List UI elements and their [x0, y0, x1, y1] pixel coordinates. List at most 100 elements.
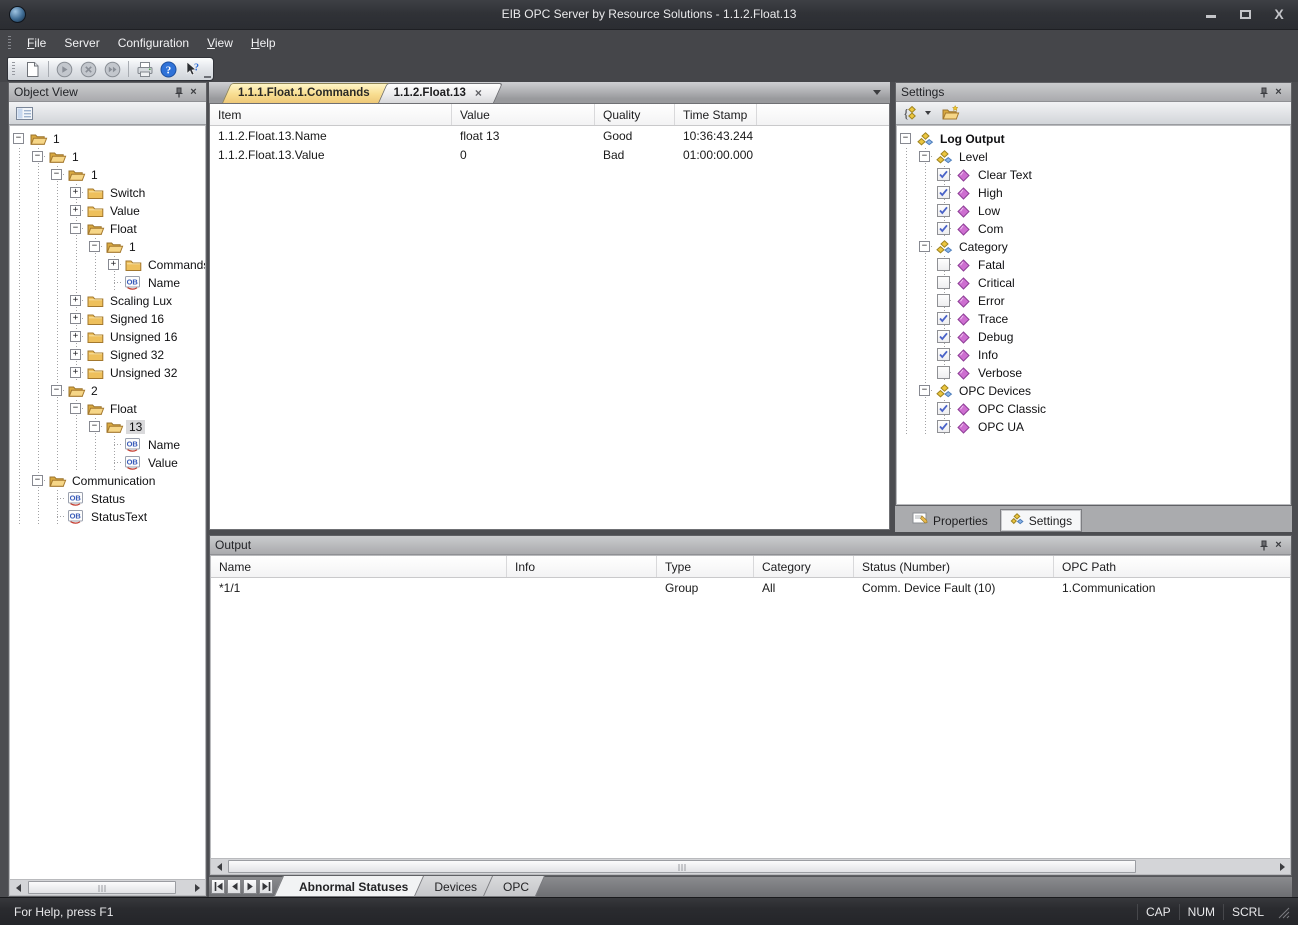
resize-grip[interactable]: [1278, 907, 1294, 923]
scroll-right-button[interactable]: [1274, 859, 1290, 875]
tree-expander[interactable]: +: [108, 259, 119, 270]
tree-item-2[interactable]: −2: [10, 382, 205, 400]
tree-expander[interactable]: −: [51, 169, 62, 180]
close-button[interactable]: X: [1272, 8, 1286, 20]
tree-item-status[interactable]: OBStatus: [10, 490, 205, 508]
document-tab-1-1-1-float-1-commands[interactable]: 1.1.1.Float.1.Commands: [222, 83, 382, 103]
tree-expander[interactable]: +: [70, 349, 81, 360]
checkbox[interactable]: [937, 312, 950, 325]
tree-item-log-output[interactable]: −Log Output: [897, 130, 1290, 148]
tab-abnormal-statuses[interactable]: Abnormal Statuses: [283, 876, 424, 897]
toolbar-overflow-icon[interactable]: [204, 71, 211, 78]
column-header-status-number[interactable]: Status (Number): [854, 556, 1054, 577]
close-panel-button[interactable]: ×: [1271, 538, 1286, 553]
checkbox[interactable]: [937, 348, 950, 361]
tree-item-1[interactable]: −1: [10, 238, 205, 256]
object-view-hscrollbar[interactable]: [10, 879, 205, 895]
checkbox[interactable]: [937, 258, 950, 271]
tree-item-verbose[interactable]: Verbose: [897, 364, 1290, 382]
tree-expander[interactable]: −: [70, 403, 81, 414]
tab-close-icon[interactable]: ×: [475, 86, 482, 100]
tree-item-signed-32[interactable]: +Signed 32: [10, 346, 205, 364]
minimize-button[interactable]: [1204, 8, 1218, 20]
table-row[interactable]: 1.1.2.Float.13.Value0Bad01:00:00.000: [210, 145, 889, 164]
close-panel-button[interactable]: ×: [186, 85, 201, 100]
tree-expander[interactable]: −: [900, 133, 911, 144]
tree-expander[interactable]: −: [32, 151, 43, 162]
checkbox[interactable]: [937, 330, 950, 343]
context-help-button[interactable]: ?: [182, 59, 203, 79]
column-header-quality[interactable]: Quality: [595, 104, 675, 125]
tree-item-1[interactable]: −1: [10, 148, 205, 166]
chevron-down-icon[interactable]: [925, 111, 931, 115]
tree-expander[interactable]: −: [89, 241, 100, 252]
stop-button[interactable]: [78, 59, 99, 79]
tab-scroll-last-button[interactable]: [259, 879, 273, 894]
tree-item-com[interactable]: Com: [897, 220, 1290, 238]
scroll-left-button[interactable]: [211, 859, 227, 875]
tab-list-dropdown-button[interactable]: [873, 90, 881, 95]
tree-item-statustext[interactable]: OBStatusText: [10, 508, 205, 526]
tree-item-switch[interactable]: +Switch: [10, 184, 205, 202]
tree-item-fatal[interactable]: Fatal: [897, 256, 1290, 274]
output-hscrollbar[interactable]: [211, 858, 1290, 874]
tree-item-error[interactable]: Error: [897, 292, 1290, 310]
tree-expander[interactable]: +: [70, 205, 81, 216]
column-header-opc-path[interactable]: OPC Path: [1054, 556, 1290, 577]
checkbox[interactable]: [937, 186, 950, 199]
tree-item-13[interactable]: −13: [10, 418, 205, 436]
tree-expander[interactable]: −: [89, 421, 100, 432]
log-config-button[interactable]: {: [901, 104, 920, 123]
tree-expander[interactable]: +: [70, 331, 81, 342]
menu-item-view[interactable]: View: [198, 32, 242, 54]
tree-item-value[interactable]: OBValue: [10, 454, 205, 472]
view-list-button[interactable]: [14, 104, 36, 123]
tree-item-opc-classic[interactable]: OPC Classic: [897, 400, 1290, 418]
table-row[interactable]: *1/1GroupAllComm. Device Fault (10)1.Com…: [211, 578, 1290, 597]
tree-expander[interactable]: +: [70, 187, 81, 198]
tree-item-unsigned-16[interactable]: +Unsigned 16: [10, 328, 205, 346]
skip-button[interactable]: [102, 59, 123, 79]
tree-item-high[interactable]: High: [897, 184, 1290, 202]
tree-expander[interactable]: −: [919, 151, 930, 162]
column-header-info[interactable]: Info: [507, 556, 657, 577]
tab-devices[interactable]: Devices: [418, 876, 493, 897]
help-button[interactable]: ?: [158, 59, 179, 79]
pin-button[interactable]: [1256, 85, 1271, 100]
checkbox[interactable]: [937, 402, 950, 415]
checkbox[interactable]: [937, 276, 950, 289]
tree-item-debug[interactable]: Debug: [897, 328, 1290, 346]
tree-item-category[interactable]: −Category: [897, 238, 1290, 256]
close-panel-button[interactable]: ×: [1271, 85, 1286, 100]
tree-item-level[interactable]: −Level: [897, 148, 1290, 166]
tab-scroll-prev-button[interactable]: [227, 879, 241, 894]
tree-item-opc-devices[interactable]: −OPC Devices: [897, 382, 1290, 400]
tree-item-signed-16[interactable]: +Signed 16: [10, 310, 205, 328]
tree-item-info[interactable]: Info: [897, 346, 1290, 364]
column-header-category[interactable]: Category: [754, 556, 854, 577]
tree-item-1[interactable]: −1: [10, 166, 205, 184]
tree-expander[interactable]: −: [919, 241, 930, 252]
checkbox[interactable]: [937, 168, 950, 181]
checkbox[interactable]: [937, 204, 950, 217]
tab-opc[interactable]: OPC: [487, 876, 545, 897]
tree-item-trace[interactable]: Trace: [897, 310, 1290, 328]
tab-settings[interactable]: Settings: [1000, 509, 1082, 532]
tree-item-opc-ua[interactable]: OPC UA: [897, 418, 1290, 436]
column-header-name[interactable]: Name: [211, 556, 507, 577]
menu-item-configuration[interactable]: Configuration: [109, 32, 198, 54]
tree-expander[interactable]: −: [32, 475, 43, 486]
table-row[interactable]: 1.1.2.Float.13.Namefloat 13Good10:36:43.…: [210, 126, 889, 145]
tree-expander[interactable]: −: [70, 223, 81, 234]
menu-item-server[interactable]: Server: [55, 32, 108, 54]
scroll-right-button[interactable]: [189, 880, 205, 896]
column-header-value[interactable]: Value: [452, 104, 595, 125]
tree-item-1[interactable]: −1: [10, 130, 205, 148]
column-header-type[interactable]: Type: [657, 556, 754, 577]
column-header-time-stamp[interactable]: Time Stamp: [675, 104, 757, 125]
tab-scroll-next-button[interactable]: [243, 879, 257, 894]
tree-item-clear-text[interactable]: Clear Text: [897, 166, 1290, 184]
toolbar-grip[interactable]: [12, 62, 15, 76]
scrollbar-thumb[interactable]: [28, 881, 176, 894]
tree-expander[interactable]: +: [70, 313, 81, 324]
